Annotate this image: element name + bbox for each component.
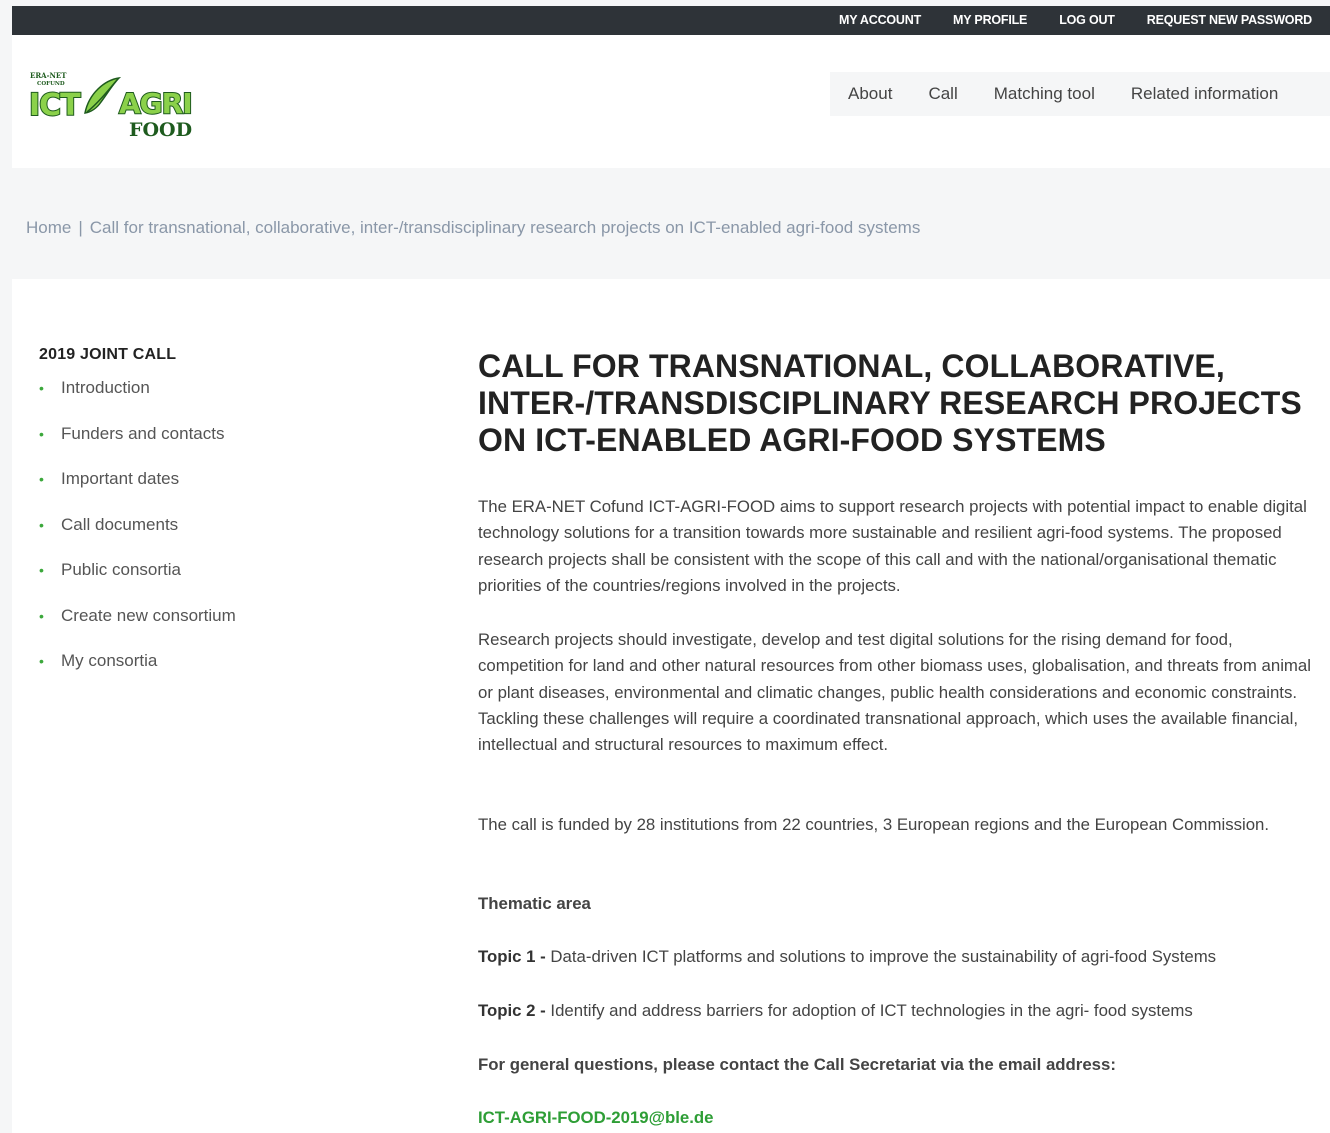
sidebar-item-my-consortia: • My consortia	[39, 651, 339, 697]
sidebar-item-funders-and-contacts: • Funders and contacts	[39, 424, 339, 470]
breadcrumb-band: Home | Call for transnational, collaborati…	[12, 168, 1330, 279]
bullet-icon: •	[39, 425, 44, 442]
logo-cofund-text: COFUND	[37, 81, 65, 87]
sidebar-title: 2019 JOINT CALL	[39, 346, 177, 363]
sidebar-item-important-dates: • Important dates	[39, 469, 339, 515]
bullet-icon: •	[39, 607, 44, 624]
breadcrumb-current: Call for transnational, collaborative, i…	[89, 218, 921, 237]
my-profile-link[interactable]: MY PROFILE	[953, 6, 1027, 35]
breadcrumb-home-link[interactable]: Home	[26, 218, 71, 237]
sidebar: 2019 JOINT CALL • Introduction • Funders a…	[39, 346, 339, 697]
logo-food-text: FOOD	[129, 119, 192, 140]
sidebar-link-important-dates[interactable]: Important dates	[61, 469, 179, 489]
bullet-icon: •	[39, 380, 44, 396]
bullet-icon: •	[39, 516, 44, 533]
site-logo[interactable]: ERA-NET COFUND ICT AGRI FOOD	[27, 68, 199, 141]
ict-agri-food-logo-graphic: ERA-NET COFUND ICT AGRI FOOD	[28, 71, 194, 141]
breadcrumb-separator: |	[78, 218, 83, 237]
sidebar-link-public-consortia[interactable]: Public consortia	[61, 560, 181, 580]
logo-era-net-text: ERA-NET	[30, 71, 67, 80]
topic-1: Topic 1 - Data-driven ICT platforms and …	[478, 944, 1216, 970]
topic-1-text: Data-driven ICT platforms and solutions …	[545, 947, 1217, 966]
breadcrumb: Home | Call for transnational, collaborati…	[26, 218, 920, 238]
sidebar-link-create-new-consortium[interactable]: Create new consortium	[61, 606, 236, 626]
sidebar-link-my-consortia[interactable]: My consortia	[61, 651, 157, 671]
sidebar-item-public-consortia: • Public consortia	[39, 560, 339, 606]
page: MY ACCOUNT MY PROFILE LOG OUT REQUEST NE…	[12, 6, 1330, 1133]
nav-call[interactable]: Call	[928, 84, 957, 104]
bullet-icon: •	[39, 471, 44, 487]
sidebar-link-call-documents[interactable]: Call documents	[61, 515, 178, 535]
thematic-area-heading: Thematic area	[478, 894, 591, 913]
bullet-icon: •	[39, 653, 44, 669]
main-navigation: About Call Matching tool Related informa…	[830, 72, 1330, 116]
my-account-link[interactable]: MY ACCOUNT	[839, 6, 921, 35]
contact-text: For general questions, please contact th…	[478, 1055, 1116, 1074]
sidebar-item-create-new-consortium: • Create new consortium	[39, 606, 339, 652]
sidebar-item-introduction: • Introduction	[39, 378, 339, 424]
page-title: CALL FOR TRANSNATIONAL, COLLABORATIVE, I…	[478, 348, 1302, 458]
sidebar-link-funders-and-contacts[interactable]: Funders and contacts	[61, 424, 224, 444]
topic-2-text: Identify and address barriers for adopti…	[545, 1001, 1193, 1020]
intro-paragraph: The ERA-NET Cofund ICT-AGRI-FOOD aims to…	[478, 497, 1307, 595]
topic-2: Topic 2 - Identify and address barriers …	[478, 998, 1193, 1024]
nav-related-information[interactable]: Related information	[1131, 84, 1278, 104]
sidebar-menu: • Introduction • Funders and contacts • Imp…	[39, 378, 339, 697]
svg-text:ICT: ICT	[29, 88, 81, 123]
nav-about[interactable]: About	[848, 84, 892, 104]
request-new-password-link[interactable]: REQUEST NEW PASSWORD	[1147, 6, 1312, 35]
funding-paragraph: The call is funded by 28 institutions fr…	[478, 815, 1270, 834]
account-links: MY ACCOUNT MY PROFILE LOG OUT REQUEST NE…	[839, 6, 1330, 35]
sidebar-link-introduction[interactable]: Introduction	[61, 378, 150, 398]
research-paragraph: Research projects should investigate, de…	[478, 630, 1311, 755]
svg-text:AGRI: AGRI	[119, 87, 192, 120]
sidebar-item-call-documents: • Call documents	[39, 515, 339, 561]
main-content: CALL FOR TRANSNATIONAL, COLLABORATIVE, I…	[478, 348, 1320, 1127]
topic-1-label: Topic 1 -	[478, 947, 546, 966]
nav-matching-tool[interactable]: Matching tool	[994, 84, 1095, 104]
bullet-icon: •	[39, 562, 44, 578]
email-paragraph: ICT-AGRI-FOOD-2019@ble.de	[478, 1105, 714, 1131]
topic-2-label: Topic 2 -	[478, 1001, 546, 1020]
secretariat-email-link[interactable]: ICT-AGRI-FOOD-2019@ble.de	[478, 1108, 714, 1127]
top-utility-bar: MY ACCOUNT MY PROFILE LOG OUT REQUEST NE…	[12, 6, 1330, 35]
log-out-link[interactable]: LOG OUT	[1059, 6, 1115, 35]
